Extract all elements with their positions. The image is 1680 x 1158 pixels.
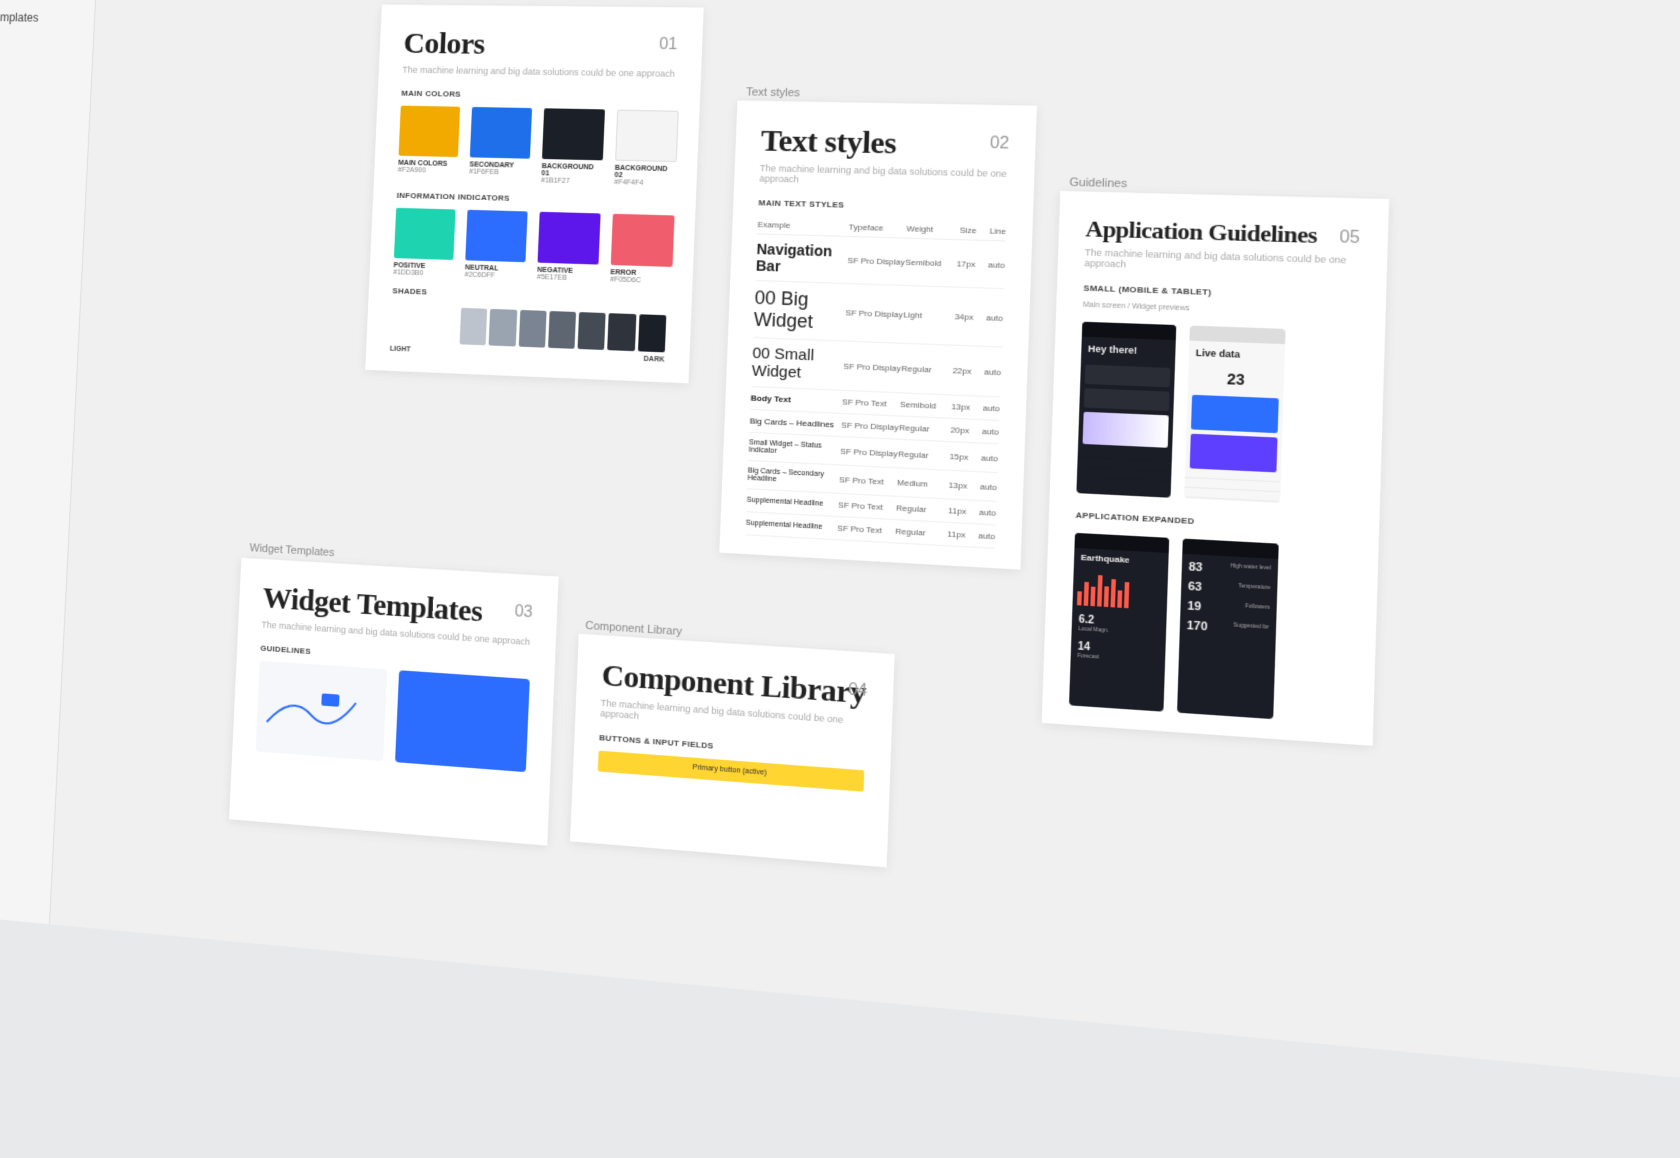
color-swatch[interactable]: ERROR#F05D6C	[610, 214, 675, 286]
color-swatch[interactable]: NEGATIVE#5E17EB	[537, 212, 601, 283]
color-swatch[interactable]: SECONDARY#1F6FEB	[469, 107, 532, 184]
section-shades: SHADES	[392, 286, 667, 305]
shade-swatch[interactable]	[638, 314, 667, 352]
section-expanded: APPLICATION EXPANDED	[1075, 510, 1351, 534]
artboard-colors[interactable]: 01 Colors The machine learning and big d…	[365, 5, 704, 384]
shade-swatch[interactable]	[608, 313, 637, 351]
page-title: Application Guidelines	[1085, 215, 1360, 251]
artboard-number: 05	[1339, 228, 1360, 248]
section-small: SMALL (MOBILE & TABLET)	[1083, 283, 1358, 302]
artboard-label-text[interactable]: Text styles	[746, 86, 800, 99]
mockup-light-live: Live data 23	[1184, 326, 1285, 504]
canvas[interactable]: Colors Text styles Guidelines Widget Tem…	[50, 0, 1680, 1083]
artboard-number: 02	[989, 134, 1009, 153]
artboard-widget-templates[interactable]: 03 Widget Templates The machine learning…	[229, 558, 559, 846]
mockup-earthquake: Earthquake 6.2Local Magn. 14Forecast	[1069, 533, 1169, 712]
sidebar-item-templates[interactable]: Templates	[0, 5, 95, 31]
artboard-number: 04	[848, 681, 868, 701]
shade-swatch[interactable]	[489, 309, 517, 347]
shade-swatch[interactable]	[460, 308, 488, 346]
widget-preview-chart	[256, 661, 388, 762]
text-style-row: Navigation BarSF Pro DisplaySemibold17px…	[755, 234, 1005, 289]
shade-swatch[interactable]	[548, 311, 576, 349]
mockup-dark-hey: Hey there!	[1076, 322, 1176, 498]
page-title: Text styles	[760, 124, 1010, 165]
artboard-label-widget[interactable]: Widget Templates	[249, 542, 334, 559]
artboard-label-guidelines[interactable]: Guidelines	[1069, 176, 1127, 190]
color-swatch[interactable]: NEUTRAL#2C6DFF	[464, 210, 527, 281]
section-info-indicators: INFORMATION INDICATORS	[397, 191, 672, 207]
mockup-stats: 83High water level 63Temperature 19Follo…	[1177, 539, 1279, 720]
artboard-label-colors[interactable]: Colors	[390, 0, 422, 3]
artboard-number: 03	[514, 603, 533, 623]
section-desc: Main screen / Widget previews	[1083, 301, 1358, 318]
artboard-text-styles[interactable]: 02 Text styles The machine learning and …	[719, 100, 1037, 569]
subtitle: The machine learning and big data soluti…	[402, 65, 676, 79]
color-swatch[interactable]: POSITIVE#1DD3B0	[393, 208, 455, 278]
color-swatch[interactable]: MAIN COLORS#F2A900	[397, 106, 460, 183]
color-swatch[interactable]: BACKGROUND 02#F4F4F4	[614, 110, 679, 188]
widget-preview-blue	[395, 670, 530, 772]
artboard-component-library[interactable]: 04 Component Library The machine learnin…	[570, 634, 895, 868]
shade-swatch[interactable]	[518, 310, 546, 348]
section-main-colors: MAIN COLORS	[401, 89, 675, 103]
artboard-guidelines[interactable]: 05 Application Guidelines The machine le…	[1042, 191, 1390, 746]
text-style-row: 00 Big WidgetSF Pro DisplayLight34pxauto	[753, 281, 1004, 348]
subtitle: The machine learning and big data soluti…	[1084, 247, 1359, 277]
section-text-styles: MAIN TEXT STYLES	[758, 198, 1007, 214]
artboard-number: 01	[659, 36, 678, 55]
shade-swatch[interactable]	[578, 312, 606, 350]
subtitle: The machine learning and big data soluti…	[759, 163, 1008, 190]
page-title: Colors	[403, 27, 678, 65]
color-swatch[interactable]: BACKGROUND 01#1B1F27	[541, 108, 605, 186]
